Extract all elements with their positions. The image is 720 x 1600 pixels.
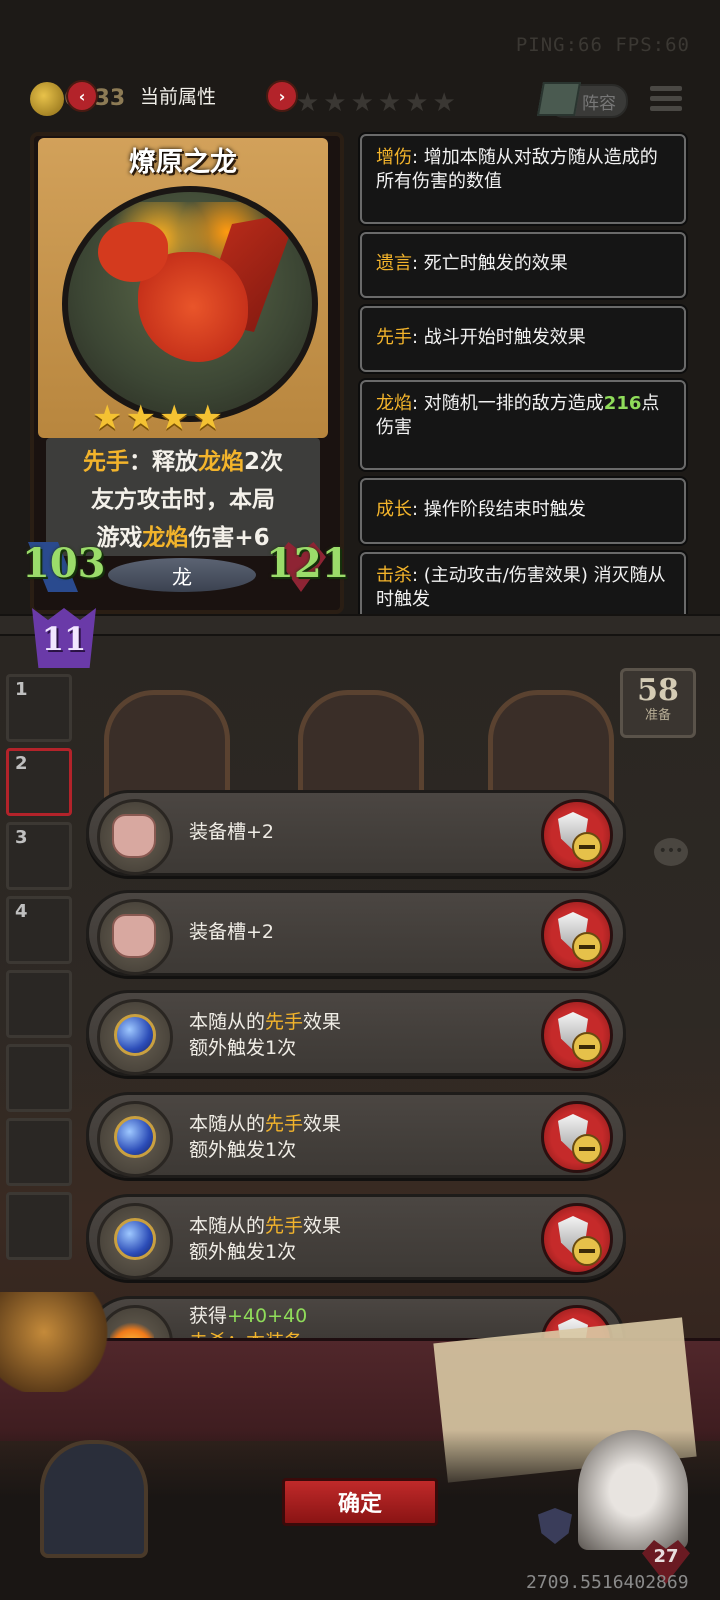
orb-icon <box>114 1218 156 1260</box>
keyword-panel-longyan: 龙焰: 对随机一排的敌方造成216点伤害 <box>360 380 686 470</box>
ping-fps-readout: PING:66 FPS:60 <box>515 34 690 56</box>
keyword-panel-jisha: 击杀: (主动攻击/伤害效果) 消灭随从时触发 <box>360 552 686 622</box>
roster-slot-3[interactable]: 3 <box>6 822 72 890</box>
prep-timer: 58 准备 <box>620 668 696 738</box>
equipment-row-2: 装备槽+2 <box>86 890 626 976</box>
player-health-value: 27 <box>653 1546 679 1567</box>
roster-slot-6[interactable] <box>6 1044 72 1112</box>
level-number: 11 <box>41 620 87 658</box>
keyword-panel-xianshou: 先手: 战斗开始时触发效果 <box>360 306 686 372</box>
minus-icon <box>572 932 602 962</box>
player-hero-portrait[interactable] <box>578 1430 688 1550</box>
lineup-icon <box>537 82 581 116</box>
equipment-row-1: 装备槽+2 <box>86 790 626 876</box>
equipment-text: 装备槽+2 <box>189 821 275 843</box>
remove-equipment-button[interactable] <box>541 1203 613 1275</box>
attack-value: 103 <box>22 540 106 587</box>
keyword-panel-zengshang: 增伤: 增加本随从对敌方随从造成的所有伤害的数值 <box>360 134 686 224</box>
minus-icon <box>572 832 602 862</box>
coin-icon <box>30 82 64 116</box>
prev-arrow-button[interactable]: ‹ <box>66 80 98 112</box>
orb-icon <box>114 1116 156 1158</box>
roster-slot-4[interactable]: 4 <box>6 896 72 964</box>
keyword-panel-chengzhang: 成长: 操作阶段结束时触发 <box>360 478 686 544</box>
equipment-text: 本随从的先手效果 额外触发1次 <box>189 1215 342 1263</box>
roster-slot-1[interactable]: 1 <box>6 674 72 742</box>
equipment-icon-frame <box>97 999 173 1075</box>
equipment-icon-frame <box>97 1203 173 1279</box>
next-arrow-button[interactable]: › <box>266 80 298 112</box>
roster-slot-7[interactable] <box>6 1118 72 1186</box>
card-name: 燎原之龙 <box>129 147 237 178</box>
confirm-button[interactable]: 确定 <box>282 1478 438 1526</box>
equipment-icon-frame <box>97 799 173 875</box>
tier-stars: ★★★★★★ <box>296 88 460 118</box>
remove-equipment-button[interactable] <box>541 899 613 971</box>
equipment-icon-frame <box>97 899 173 975</box>
opponent-hero-portrait[interactable] <box>40 1440 148 1558</box>
equipment-text: 装备槽+2 <box>189 921 275 943</box>
prep-label: 准备 <box>644 708 671 723</box>
chat-icon[interactable]: ••• <box>654 838 688 866</box>
menu-icon[interactable] <box>650 86 682 118</box>
dragon-portrait <box>62 186 318 422</box>
equipment-row-4: 本随从的先手效果 额外触发1次 <box>86 1092 626 1178</box>
lineup-label: 阵容 <box>582 93 616 114</box>
equipment-row-3: 本随从的先手效果 额外触发1次 <box>86 990 626 1076</box>
keyword-panel-yiyan: 遗言: 死亡时触发的效果 <box>360 232 686 298</box>
roster-slot-5[interactable] <box>6 970 72 1038</box>
remove-equipment-button[interactable] <box>541 999 613 1071</box>
bag-icon <box>112 814 156 858</box>
panel-divider <box>0 614 720 636</box>
coin-pile <box>0 1292 110 1392</box>
dragon-head-art <box>98 222 168 282</box>
orb-icon <box>114 1014 156 1056</box>
roster-slot-2[interactable]: 2 <box>6 748 72 816</box>
remove-equipment-button[interactable] <box>541 799 613 871</box>
equipment-icon-frame <box>97 1101 173 1177</box>
roster-slot-8[interactable] <box>6 1192 72 1260</box>
bag-icon <box>112 914 156 958</box>
equipment-text: 本随从的先手效果 额外触发1次 <box>189 1113 342 1161</box>
desc-line-1: 先手：释放龙焰2次 <box>82 449 283 475</box>
health-value: 121 <box>266 540 350 587</box>
minus-icon <box>572 1032 602 1062</box>
coordinate-readout: 2709.5516402869 <box>526 1572 689 1593</box>
equipment-text: 本随从的先手效果 额外触发1次 <box>189 1011 342 1059</box>
remove-equipment-button[interactable] <box>541 1101 613 1173</box>
tribe-label: 龙 <box>108 558 256 592</box>
equipment-row-5: 本随从的先手效果 额外触发1次 <box>86 1194 626 1280</box>
card-stars: ★★★★ <box>92 398 226 438</box>
minus-icon <box>572 1134 602 1164</box>
desc-line-2: 友方攻击时，本局 <box>91 487 275 513</box>
prep-count: 58 <box>637 673 679 708</box>
minus-icon <box>572 1236 602 1266</box>
card-description: 先手：释放龙焰2次 友方攻击时，本局 游戏龙焰伤害+6 <box>46 438 320 556</box>
header-title: 当前属性 <box>140 86 217 108</box>
equipment-text: 获得+40+40 击杀：本装备 <box>189 1305 308 1342</box>
